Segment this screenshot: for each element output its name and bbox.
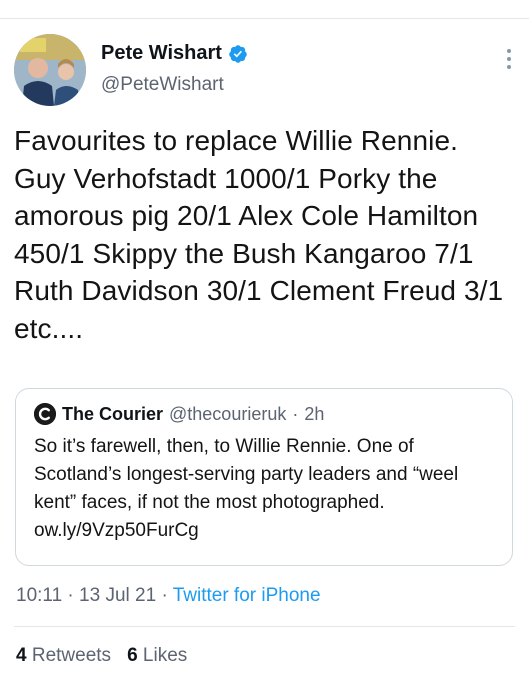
name-row: Pete Wishart [101, 42, 248, 65]
author-handle[interactable]: @PeteWishart [101, 74, 248, 96]
retweets-label: Retweets [31, 645, 112, 666]
quoted-author-handle[interactable]: @thecourieruk [169, 404, 286, 425]
more-dot [507, 49, 511, 53]
engagement-stats: 4 Retweets 6 Likes [16, 645, 187, 667]
more-dot [507, 65, 511, 69]
retweets-stat[interactable]: 4 Retweets [16, 645, 111, 666]
top-divider [0, 18, 529, 19]
avatar[interactable] [14, 34, 86, 106]
verified-badge-icon [228, 44, 248, 64]
author-block: Pete Wishart @PeteWishart [101, 42, 248, 96]
likes-stat[interactable]: 6 Likes [127, 645, 187, 666]
tweet-text: Favourites to replace Willie Rennie. Guy… [14, 125, 504, 344]
more-options-icon[interactable] [499, 44, 519, 74]
more-dot [507, 57, 511, 61]
likes-label: Likes [142, 645, 188, 666]
retweets-count: 4 [16, 645, 27, 666]
stats-divider [14, 626, 515, 627]
quoted-author-name[interactable]: The Courier [62, 404, 163, 425]
quoted-tweet-header: The Courier @thecourieruk · 2h [34, 403, 324, 425]
tweet-date[interactable]: 13 Jul 21 [79, 585, 156, 606]
tweet-header: Pete Wishart @PeteWishart [14, 34, 519, 114]
separator-dot: · [67, 585, 74, 606]
quoted-tweet-text: So it’s farewell, then, to Willie Rennie… [34, 436, 459, 541]
likes-count: 6 [127, 645, 138, 666]
separator-dot: · [292, 403, 299, 424]
separator-dot: · [161, 585, 168, 606]
quoted-tweet[interactable]: The Courier @thecourieruk · 2h So it’s f… [15, 388, 513, 566]
tweet-time[interactable]: 10:11 [16, 585, 62, 606]
profile-photo [14, 34, 86, 106]
quoted-timestamp[interactable]: 2h [304, 404, 324, 425]
author-display-name[interactable]: Pete Wishart [101, 42, 222, 65]
tweet-metadata: 10:11 · 13 Jul 21 · Twitter for iPhone [16, 585, 321, 607]
tweet-source-link[interactable]: Twitter for iPhone [173, 585, 321, 606]
courier-logo-icon [34, 403, 56, 425]
